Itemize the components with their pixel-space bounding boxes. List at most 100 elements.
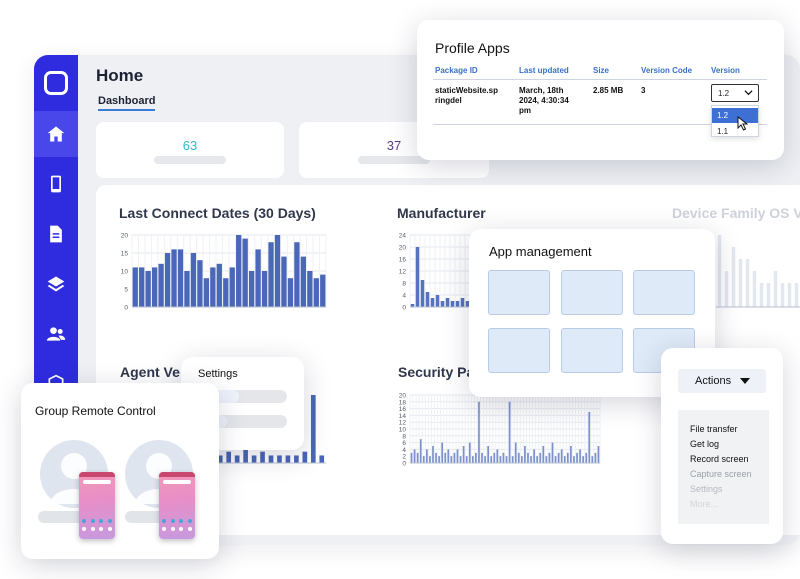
actions-button[interactable]: Actions (678, 369, 766, 393)
chart-bar (285, 455, 291, 463)
chart-bar (248, 271, 255, 307)
chart-security: 0 2 4 6 8 10 12 14 16 18 20 (399, 393, 601, 468)
app-tile[interactable] (561, 328, 623, 373)
cursor-icon (737, 115, 749, 136)
cell-package-id: staticWebsite.sp ringdel (435, 86, 498, 105)
actions-card: Actions File transfer Get log Record scr… (661, 348, 783, 544)
profile-apps-card: Profile Apps Package ID Last updated Siz… (417, 20, 784, 160)
chart-bar (268, 242, 274, 307)
settings-title: Settings (198, 368, 238, 380)
col-size: Size (593, 66, 610, 75)
chart-bar (536, 456, 539, 463)
y-tick-label: 15 (121, 251, 129, 258)
chart-bar (471, 456, 474, 463)
version-option-1-1[interactable]: 1.1 (712, 124, 758, 139)
tab-dashboard[interactable]: Dashboard (98, 95, 156, 111)
phone-screen-icon[interactable] (159, 472, 195, 539)
logo-icon[interactable] (44, 71, 68, 95)
y-tick-label: 20 (399, 393, 407, 400)
chart-bar (139, 267, 145, 307)
chart-bar (307, 271, 313, 307)
action-settings: Settings (690, 484, 723, 494)
chart-bar (450, 456, 453, 463)
chart-bar (242, 238, 248, 307)
document-icon[interactable] (34, 211, 78, 257)
chart-bar (445, 298, 450, 307)
app-tile[interactable] (633, 270, 695, 315)
chart-bar (274, 235, 281, 307)
chart-bar (158, 263, 164, 307)
y-tick-label: 2 (402, 454, 406, 461)
chart-bar (197, 260, 203, 307)
chart-bar (582, 456, 584, 463)
chart-bar (591, 456, 594, 463)
chart-bar (420, 280, 425, 307)
y-tick-label: 16 (399, 406, 407, 413)
caret-down-icon (740, 378, 750, 384)
chart-bar (576, 452, 578, 463)
chart-bar (300, 256, 307, 307)
chart-bar (752, 271, 757, 307)
chart-bar (151, 267, 158, 307)
chart-bar (313, 278, 319, 307)
chart-bar (468, 442, 471, 463)
y-tick-label: 20 (399, 245, 407, 252)
chart-bar (554, 456, 557, 463)
chart-bar (475, 452, 477, 463)
y-tick-label: 10 (121, 269, 129, 276)
chart-bar (560, 449, 563, 463)
chart-last-connect: 0 5 10 15 20 (121, 233, 327, 312)
action-record-screen[interactable]: Record screen (690, 454, 749, 464)
chart-bar (787, 283, 792, 307)
chart-bar (545, 456, 548, 463)
version-option-1-2[interactable]: 1.2 (712, 108, 758, 123)
chart-bar (422, 456, 425, 463)
layers-icon[interactable] (34, 261, 78, 307)
chart-bar (548, 452, 551, 463)
chart-title-last-connect: Last Connect Dates (30 Days) (119, 205, 316, 221)
phone-icon[interactable] (34, 161, 78, 207)
chart-bar (413, 449, 416, 463)
y-tick-label: 12 (399, 420, 407, 427)
home-icon[interactable] (34, 111, 78, 157)
version-select-value: 1.2 (718, 89, 730, 98)
col-last-updated: Last updated (519, 66, 569, 75)
chart-bar (441, 442, 444, 463)
chart-bar (255, 249, 261, 307)
y-tick-label: 6 (402, 440, 406, 447)
chart-title-manufacturer: Manufacturer (397, 205, 486, 221)
app-tile[interactable] (561, 270, 623, 315)
chart-bar (517, 452, 520, 463)
chart-bar (527, 452, 529, 463)
profile-apps-title: Profile Apps (435, 40, 510, 56)
chart-bar (184, 271, 190, 307)
version-select[interactable]: 1.2 (711, 84, 759, 102)
chart-bar (435, 295, 440, 307)
chart-bar (425, 292, 430, 307)
chart-bar (281, 256, 287, 307)
y-tick-label: 0 (124, 305, 128, 312)
users-icon[interactable] (34, 311, 78, 357)
chart-bar (766, 283, 771, 307)
chart-bar (287, 278, 294, 307)
chart-bar (588, 412, 591, 463)
chart-bar (773, 271, 778, 307)
chart-bar (456, 449, 459, 463)
app-tile[interactable] (488, 270, 550, 315)
chart-bar (164, 253, 171, 307)
y-tick-label: 8 (402, 433, 406, 440)
chart-bar (251, 455, 257, 463)
app-tile[interactable] (488, 328, 550, 373)
action-file-transfer[interactable]: File transfer (690, 424, 738, 434)
chart-bar (717, 235, 722, 307)
chart-bar (462, 446, 465, 463)
action-get-log[interactable]: Get log (690, 439, 719, 449)
chart-bar (738, 259, 743, 307)
chart-bar (539, 452, 542, 463)
y-tick-label: 12 (399, 269, 407, 276)
cell-version-code: 3 (641, 86, 646, 95)
chart-bar (481, 452, 483, 463)
chart-bar (455, 301, 460, 307)
table-header-divider (433, 79, 767, 80)
phone-screen-icon[interactable] (79, 472, 115, 539)
